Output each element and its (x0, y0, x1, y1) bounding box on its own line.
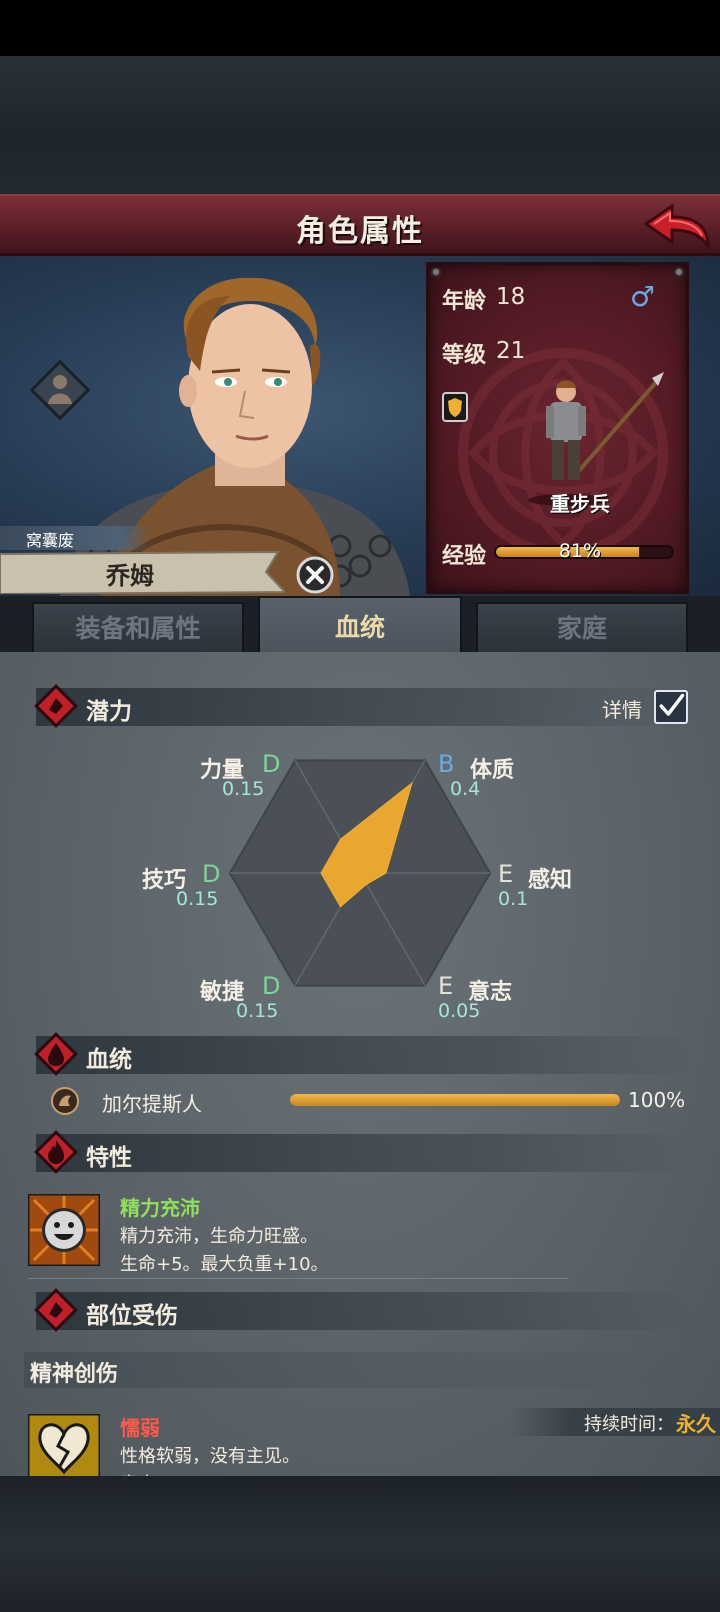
rivet (431, 267, 441, 277)
tab-bloodline[interactable]: 血统 (258, 596, 462, 658)
injuries-title: 部位受伤 (86, 1303, 178, 1329)
bloodline-bar (290, 1094, 620, 1106)
injury-icon (34, 1288, 78, 1332)
back-arrow-icon[interactable] (642, 202, 712, 252)
bloodline-percent: 100% (628, 1088, 686, 1112)
stat-perception-name: 感知 (528, 868, 573, 893)
traits-title: 特性 (86, 1145, 132, 1171)
class-diamond-icon[interactable] (30, 360, 90, 420)
duration-value: 永久 (676, 1412, 716, 1436)
bloodline-emblem-icon (51, 1087, 79, 1115)
section-band-bloodline (36, 1036, 696, 1074)
trait-desc-line2: 生命+5。最大负重+10。 (120, 1254, 329, 1275)
stat-will-grade: E (438, 972, 454, 1000)
stat-perception-grade: E (498, 860, 514, 888)
bloodline-title: 血统 (86, 1047, 132, 1073)
flame-icon (34, 1130, 78, 1174)
mental-trait-name: 懦弱 (120, 1416, 160, 1440)
xp-label: 经验 (442, 544, 487, 569)
mental-trait-desc-line1: 性格软弱，没有主见。 (120, 1446, 300, 1467)
trait-name: 精力充沛 (120, 1196, 200, 1220)
age-value: 18 (496, 284, 526, 310)
page-title: 角色属性 (296, 214, 424, 249)
nickname-strip (0, 526, 150, 550)
stat-agility-grade: D (262, 972, 281, 1000)
stat-constitution-grade: B (438, 750, 455, 778)
stat-skill-grade: D (202, 860, 221, 888)
stat-will-value: 0.05 (438, 1000, 481, 1022)
shield-icon[interactable] (442, 392, 468, 422)
check-icon (659, 693, 685, 716)
section-band-traits (36, 1134, 696, 1172)
duration-label: 持续时间： (584, 1414, 674, 1435)
mental-title: 精神创伤 (30, 1362, 119, 1387)
stat-skill-value: 0.15 (176, 888, 219, 910)
status-bar (0, 0, 720, 56)
close-icon[interactable] (296, 556, 334, 594)
age-label: 年龄 (442, 289, 487, 314)
stat-agility-value: 0.15 (236, 1000, 279, 1022)
trait-desc-line1: 精力充沛，生命力旺盛。 (120, 1226, 318, 1247)
character-name[interactable]: 乔姆 (0, 556, 260, 591)
stone-background-bottom (0, 1476, 720, 1612)
level-label: 等级 (442, 343, 487, 368)
smiley-icon[interactable] (28, 1194, 100, 1266)
unit-type: 重步兵 (550, 492, 610, 516)
tab-bar: 装备和属性 血统 家庭 (0, 596, 720, 658)
stat-strength-grade: D (262, 750, 281, 778)
potential-icon (34, 684, 78, 728)
section-band-potential (36, 688, 696, 726)
male-icon: ♂ (630, 280, 656, 313)
tab-equipment[interactable]: 装备和属性 (32, 602, 244, 654)
stone-background-top (0, 56, 720, 194)
bloodline-bar-fill (290, 1094, 620, 1106)
title-bar: 角色属性 (0, 194, 720, 256)
bloodline-name: 加尔提斯人 (102, 1092, 202, 1116)
character-nickname: 窝囊废 (26, 531, 75, 550)
tab-family[interactable]: 家庭 (476, 602, 688, 654)
rivet (674, 267, 684, 277)
section-band-mental (24, 1352, 684, 1388)
stat-perception-value: 0.1 (498, 888, 529, 910)
divider (28, 1278, 568, 1279)
blood-drop-icon (34, 1032, 78, 1076)
level-value: 21 (496, 338, 526, 364)
stat-strength-value: 0.15 (222, 778, 265, 800)
stat-constitution-value: 0.4 (450, 778, 481, 800)
potential-title: 潜力 (86, 699, 132, 725)
detail-label: 详情 (602, 698, 642, 722)
broken-heart-icon[interactable] (28, 1414, 100, 1476)
xp-percent: 81% (558, 540, 602, 562)
detail-checkbox[interactable] (654, 690, 688, 724)
